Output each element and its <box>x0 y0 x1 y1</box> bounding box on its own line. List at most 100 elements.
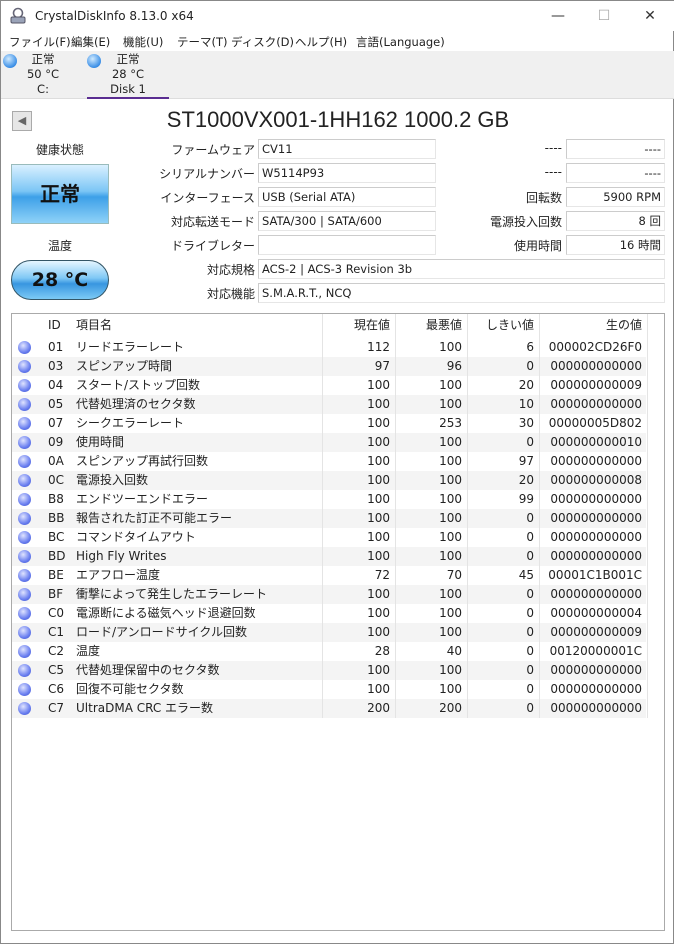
cell-current: 100 <box>367 435 390 449</box>
cell-id: BF <box>48 587 64 601</box>
menu-disk[interactable]: ディスク(D) <box>231 34 294 50</box>
table-row[interactable]: C0 電源断による磁気ヘッド退避回数 100 100 0 000000000004 <box>12 604 646 623</box>
cell-current: 100 <box>367 549 390 563</box>
cell-worst: 200 <box>439 701 462 715</box>
table-row[interactable]: C6 回復不可能セクタ数 100 100 0 000000000000 <box>12 680 646 699</box>
cell-worst: 96 <box>446 359 462 373</box>
cell-id: C1 <box>48 625 65 639</box>
status-dot-icon <box>87 54 101 68</box>
table-row[interactable]: BC コマンドタイムアウト 100 100 0 000000000000 <box>12 528 646 547</box>
cell-threshold: 0 <box>526 625 534 639</box>
cell-threshold: 0 <box>526 663 534 677</box>
drive-letter-label: ドライブレター <box>170 239 255 253</box>
cell-threshold: 30 <box>518 416 534 430</box>
cell-worst: 100 <box>439 511 462 525</box>
features-value: S.M.A.R.T., NCQ <box>258 283 665 303</box>
cell-id: BB <box>48 511 65 525</box>
cell-name: スタート/ストップ回数 <box>76 378 201 392</box>
cell-current: 97 <box>374 359 390 373</box>
cell-raw: 000000000000 <box>550 359 642 373</box>
status-dot-icon <box>18 550 31 563</box>
maximize-button[interactable]: ☐ <box>581 1 627 31</box>
header-raw[interactable]: 生の値 <box>606 316 642 335</box>
table-row[interactable]: 09 使用時間 100 100 0 000000000010 <box>12 433 646 452</box>
cell-raw: 000000000000 <box>550 663 642 677</box>
cell-threshold: 0 <box>526 359 534 373</box>
table-row[interactable]: BB 報告された訂正不可能エラー 100 100 0 000000000000 <box>12 509 646 528</box>
column-divider <box>647 314 648 718</box>
reserved-label-2: ---- <box>544 165 562 179</box>
minimize-button[interactable]: — <box>535 1 581 31</box>
menu-edit[interactable]: 編集(E) <box>71 34 110 50</box>
menu-theme[interactable]: テーマ(T) <box>177 34 228 50</box>
cell-current: 100 <box>367 625 390 639</box>
status-dot-icon <box>18 588 31 601</box>
status-dot-icon <box>18 607 31 620</box>
status-dot-icon <box>18 493 31 506</box>
menu-language[interactable]: 言語(Language) <box>356 34 445 50</box>
cell-raw: 000000000000 <box>550 549 642 563</box>
table-row[interactable]: BE エアフロー温度 72 70 45 00001C1B001C <box>12 566 646 585</box>
header-threshold[interactable]: しきい値 <box>486 316 534 335</box>
table-row[interactable]: 03 スピンアップ時間 97 96 0 000000000000 <box>12 357 646 376</box>
cell-raw: 000000000008 <box>550 473 642 487</box>
status-dot-icon <box>18 645 31 658</box>
status-dot-icon <box>18 569 31 582</box>
cell-id: 01 <box>48 340 64 354</box>
power-on-count-label: 電源投入回数 <box>489 215 562 229</box>
column-divider <box>395 314 396 718</box>
header-current[interactable]: 現在値 <box>354 316 390 335</box>
table-row[interactable]: C1 ロード/アンロードサイクル回数 100 100 0 000000000009 <box>12 623 646 642</box>
power-on-hours-value: 16 時間 <box>566 235 665 255</box>
cell-id: BE <box>48 568 64 582</box>
cell-worst: 100 <box>439 587 462 601</box>
table-row[interactable]: C2 温度 28 40 0 00120000001C <box>12 642 646 661</box>
interface-value: USB (Serial ATA) <box>258 187 436 207</box>
table-row[interactable]: BD High Fly Writes 100 100 0 000000000000 <box>12 547 646 566</box>
smart-table[interactable]: ID 項目名 現在値 最悪値 しきい値 生の値 01 リードエラーレート 112 10… <box>11 313 665 931</box>
cell-current: 100 <box>367 530 390 544</box>
cell-raw: 000000000000 <box>550 454 642 468</box>
header-id[interactable]: ID <box>48 316 61 335</box>
cell-threshold: 99 <box>518 492 534 506</box>
cell-id: C0 <box>48 606 65 620</box>
disk-temp: 50 °C <box>26 67 60 81</box>
cell-id: C2 <box>48 644 65 658</box>
table-row[interactable]: B8 エンドツーエンドエラー 100 100 99 000000000000 <box>12 490 646 509</box>
cell-name: UltraDMA CRC エラー数 <box>76 701 214 715</box>
table-row[interactable]: C7 UltraDMA CRC エラー数 200 200 0 000000000000 <box>12 699 646 718</box>
disk-tab-c[interactable]: 正常 50 °C C: <box>1 51 85 99</box>
status-dot-icon <box>18 531 31 544</box>
table-row[interactable]: 07 シークエラーレート 100 253 30 00000005D802 <box>12 414 646 433</box>
cell-name: スピンアップ再試行回数 <box>76 454 209 468</box>
cell-worst: 100 <box>439 606 462 620</box>
header-worst[interactable]: 最悪値 <box>426 316 462 335</box>
header-name[interactable]: 項目名 <box>76 316 112 335</box>
cell-current: 100 <box>367 682 390 696</box>
standard-label: 対応規格 <box>206 263 255 277</box>
table-row[interactable]: 04 スタート/ストップ回数 100 100 20 000000000009 <box>12 376 646 395</box>
cell-name: 代替処理保留中のセクタ数 <box>76 663 220 677</box>
cell-threshold: 45 <box>518 568 534 582</box>
menu-help[interactable]: ヘルプ(H) <box>295 34 347 50</box>
table-row[interactable]: C5 代替処理保留中のセクタ数 100 100 0 000000000000 <box>12 661 646 680</box>
menu-file[interactable]: ファイル(F) <box>9 34 71 50</box>
serial-value: W5114P93 <box>258 163 436 183</box>
cell-worst: 100 <box>439 549 462 563</box>
table-row[interactable]: 01 リードエラーレート 112 100 6 000002CD26F0 <box>12 338 646 357</box>
status-dot-icon <box>18 379 31 392</box>
table-row[interactable]: 0A スピンアップ再試行回数 100 100 97 000000000000 <box>12 452 646 471</box>
cell-raw: 000000000000 <box>550 511 642 525</box>
disk-tab-disk1[interactable]: 正常 28 °C Disk 1 <box>86 51 170 99</box>
menu-function[interactable]: 機能(U) <box>123 34 163 50</box>
cell-name: 温度 <box>76 644 101 658</box>
temperature-button[interactable]: 28 °C <box>11 260 109 300</box>
cell-id: 0A <box>48 454 64 468</box>
cell-worst: 40 <box>446 644 462 658</box>
health-status-button[interactable]: 正常 <box>11 164 109 224</box>
table-row[interactable]: BF 衝撃によって発生したエラーレート 100 100 0 000000000000 <box>12 585 646 604</box>
table-row[interactable]: 0C 電源投入回数 100 100 20 000000000008 <box>12 471 646 490</box>
table-row[interactable]: 05 代替処理済のセクタ数 100 100 10 000000000000 <box>12 395 646 414</box>
close-button[interactable]: ✕ <box>627 1 673 31</box>
cell-current: 100 <box>367 663 390 677</box>
